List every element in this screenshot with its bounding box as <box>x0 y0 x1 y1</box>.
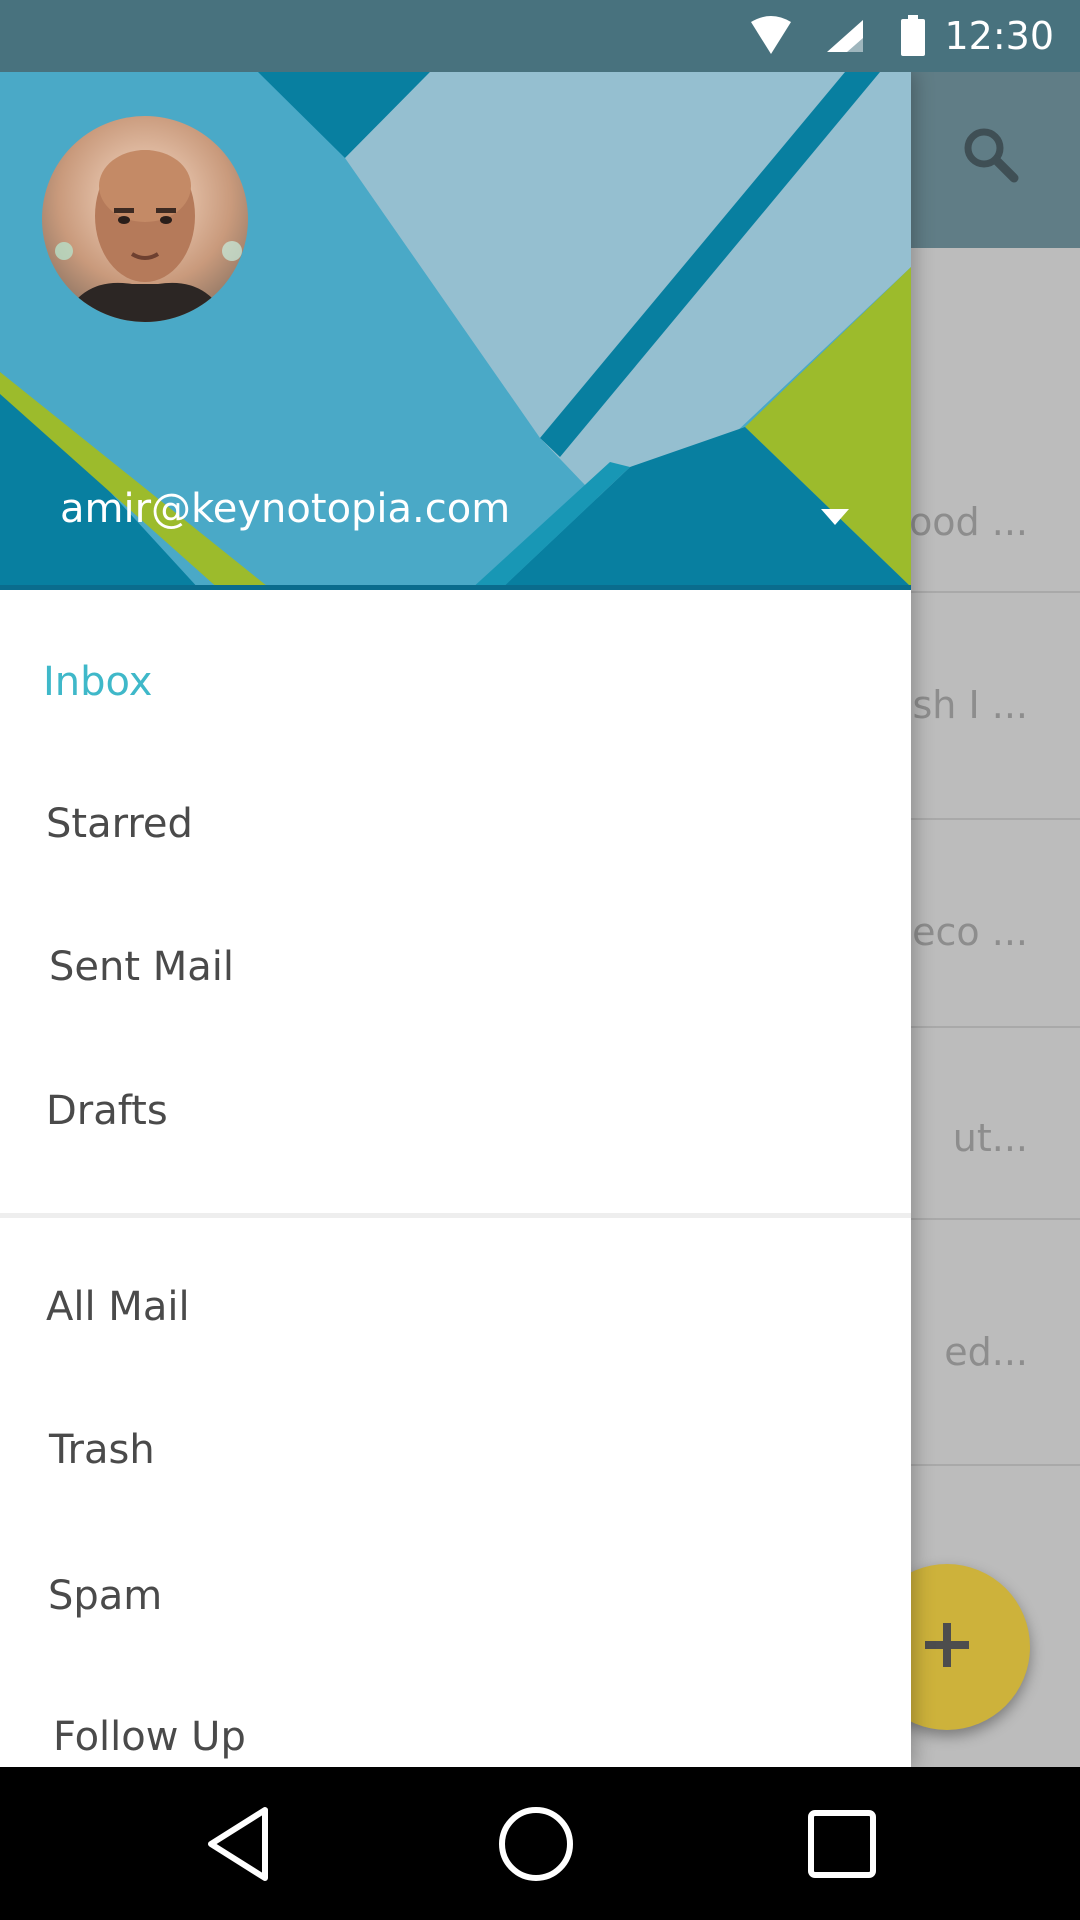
avatar[interactable] <box>42 116 248 322</box>
account-email[interactable]: amir@keynotopia.com <box>60 486 510 532</box>
arrow-drop-down-icon[interactable] <box>808 490 862 544</box>
cell-signal-icon <box>820 0 870 72</box>
drawer-item-sent-mail[interactable]: Sent Mail <box>0 897 911 1037</box>
message-snippet: ut... <box>952 1116 1028 1160</box>
drawer-item-starred[interactable]: Starred <box>0 754 911 894</box>
drawer-item-label: Starred <box>46 801 193 847</box>
drawer-item-spam[interactable]: Spam <box>0 1526 911 1666</box>
drawer-header: amir@keynotopia.com <box>0 72 911 590</box>
wifi-icon <box>744 0 798 72</box>
system-nav-bar <box>0 1767 1080 1920</box>
drawer-item-label: Drafts <box>46 1088 168 1134</box>
battery-icon <box>896 0 930 72</box>
drawer-item-label: Trash <box>49 1427 155 1473</box>
message-snippet: ish I ... <box>901 683 1028 727</box>
drawer-item-label: Spam <box>48 1573 163 1619</box>
search-icon[interactable] <box>946 110 1036 200</box>
status-bar: 12:30 <box>0 0 1080 72</box>
drawer-divider <box>0 1213 911 1218</box>
drawer-item-drafts[interactable]: Drafts <box>0 1041 911 1181</box>
home-icon[interactable] <box>476 1767 596 1920</box>
drawer-item-label: All Mail <box>46 1284 190 1330</box>
plus-icon <box>923 1621 971 1674</box>
drawer-item-label: Sent Mail <box>49 944 234 990</box>
message-snippet: ood ... <box>909 500 1028 544</box>
message-snippet: eco ... <box>912 910 1028 954</box>
status-time: 12:30 <box>944 14 1054 58</box>
drawer-item-follow-up[interactable]: Follow Up <box>0 1667 911 1767</box>
navigation-drawer: amir@keynotopia.com Inbox Starred Sent M… <box>0 72 911 1767</box>
message-snippet: ed... <box>944 1330 1028 1374</box>
back-icon[interactable] <box>178 1767 298 1920</box>
drawer-item-trash[interactable]: Trash <box>0 1380 911 1520</box>
drawer-item-inbox[interactable]: Inbox <box>0 612 911 752</box>
drawer-item-label: Follow Up <box>53 1714 246 1760</box>
drawer-item-all-mail[interactable]: All Mail <box>0 1237 911 1377</box>
drawer-item-label: Inbox <box>43 659 153 705</box>
recents-icon[interactable] <box>782 1767 902 1920</box>
